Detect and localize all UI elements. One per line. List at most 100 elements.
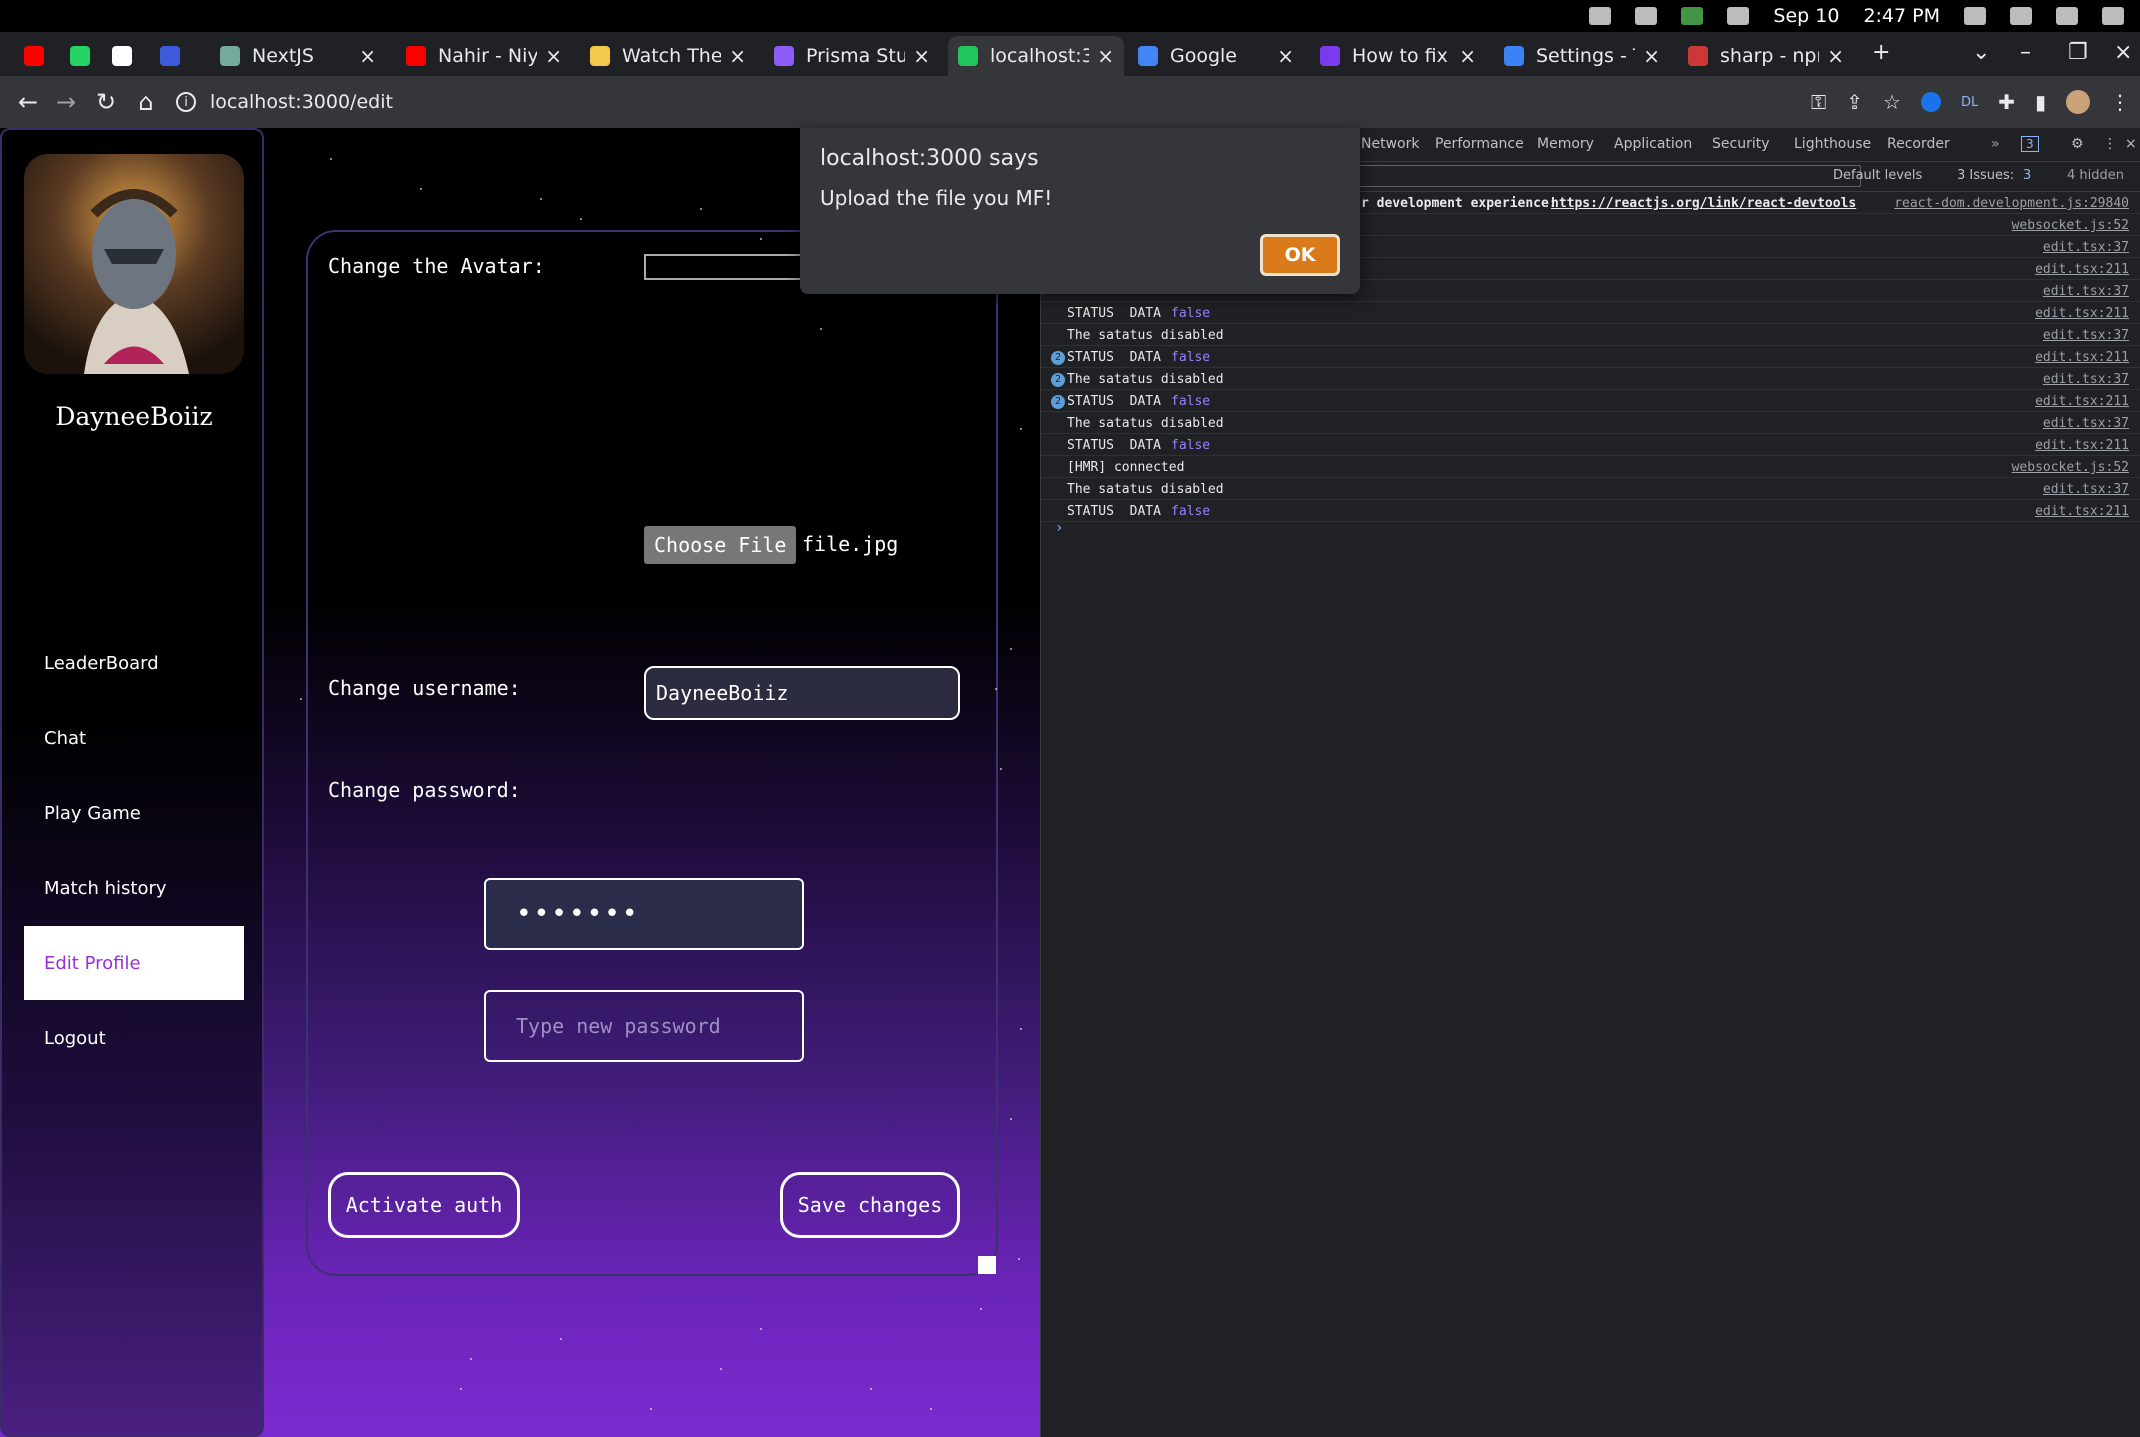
sidebar-item-match-history[interactable]: Match history	[24, 851, 244, 925]
tab-close-icon[interactable]: ×	[913, 44, 930, 68]
console-source-link[interactable]: websocket.js:52	[2012, 460, 2129, 475]
new-password-input[interactable]: Type new password	[484, 990, 804, 1062]
browser-tab[interactable]: Settings - Tl ×	[1494, 36, 1670, 76]
browser-tab[interactable]: sharp - npm ×	[1678, 36, 1854, 76]
console-source-link[interactable]: react-dom.development.js:29840	[1894, 196, 2129, 211]
console-filter-input[interactable]	[1281, 165, 1861, 187]
console-source-link[interactable]: edit.tsx:37	[2043, 284, 2129, 299]
window-close-icon[interactable]: ×	[2114, 40, 2132, 65]
browser-tab[interactable]: Watch The N ×	[580, 36, 756, 76]
console-source-link[interactable]: edit.tsx:211	[2035, 438, 2129, 453]
volume-icon[interactable]	[2056, 7, 2078, 25]
issues-count-text[interactable]: 3 Issues:	[1957, 168, 2014, 183]
sidebar-item-logout[interactable]: Logout	[24, 1001, 244, 1075]
key-icon[interactable]: ⚿	[1811, 90, 1826, 114]
console-prompt-icon[interactable]: ›	[1055, 520, 1063, 536]
system-time[interactable]: 2:47 PM	[1863, 5, 1940, 27]
devtools-tab-application[interactable]: Application	[1614, 136, 1692, 152]
address-bar[interactable]: i localhost:3000/edit	[176, 84, 1776, 120]
extension-dl-icon[interactable]: DL	[1961, 95, 1978, 110]
browser-tab[interactable]: localhost:30 ×	[948, 36, 1124, 76]
default-levels-dropdown[interactable]: Default levels	[1833, 168, 1922, 183]
activate-auth-button[interactable]: Activate auth	[328, 1172, 520, 1238]
reload-icon[interactable]: ↻	[90, 86, 122, 118]
tab-close-icon[interactable]: ×	[729, 44, 746, 68]
bot-icon[interactable]	[1727, 7, 1750, 25]
devtools-tab-performance[interactable]: Performance	[1435, 136, 1524, 152]
tab-close-icon[interactable]: ×	[545, 44, 562, 68]
screen-icon[interactable]	[1589, 7, 1612, 25]
save-changes-button[interactable]: Save changes	[780, 1172, 960, 1238]
window-minimize-icon[interactable]: –	[2020, 40, 2031, 65]
console-source-link[interactable]: edit.tsx:37	[2043, 482, 2129, 497]
devtools-tab-security[interactable]: Security	[1712, 136, 1770, 152]
home-icon[interactable]: ⌂	[130, 86, 162, 118]
tab-close-icon[interactable]: ×	[1827, 44, 1844, 68]
side-panel-icon[interactable]: ▮	[2035, 90, 2046, 114]
extension-blue-icon[interactable]	[1920, 92, 1941, 112]
devtools-close-icon[interactable]: ×	[2125, 136, 2137, 152]
react-devtools-link[interactable]: https://reactjs.org/link/react-devtools	[1551, 196, 1856, 211]
tab-close-icon[interactable]: ×	[1277, 44, 1294, 68]
dialog-ok-button[interactable]: OK	[1260, 234, 1340, 276]
share-icon[interactable]: ⇪	[1846, 90, 1863, 114]
window-restore-icon[interactable]: ❐	[2068, 40, 2088, 65]
battery-icon[interactable]	[2102, 7, 2124, 25]
bookmark-star-icon[interactable]: ☆	[1883, 90, 1901, 114]
wifi-icon[interactable]	[2010, 7, 2032, 25]
system-date[interactable]: Sep 10	[1773, 5, 1839, 27]
devtools-tab-lighthouse[interactable]: Lighthouse	[1794, 136, 1871, 152]
issues-count-badge[interactable]: 3	[2023, 168, 2031, 183]
resize-handle[interactable]	[978, 1256, 996, 1274]
console-source-link[interactable]: edit.tsx:211	[2035, 350, 2129, 365]
browser-tab[interactable]: How to fix s ×	[1310, 36, 1486, 76]
console-source-link[interactable]: edit.tsx:37	[2043, 240, 2129, 255]
discord-icon[interactable]	[1635, 7, 1658, 25]
shield-icon[interactable]	[1681, 7, 1704, 25]
more-tabs-icon[interactable]: »	[1991, 136, 2000, 152]
console-source-link[interactable]: edit.tsx:37	[2043, 372, 2129, 387]
devtools-tab-memory[interactable]: Memory	[1537, 136, 1594, 152]
browser-tab[interactable]	[102, 36, 142, 76]
tab-close-icon[interactable]: ×	[359, 44, 376, 68]
tab-search-chevron-icon[interactable]: ⌄	[1972, 40, 1990, 65]
devtools-issues-badge[interactable]: 3	[2021, 136, 2039, 152]
extensions-puzzle-icon[interactable]: ✚	[1998, 90, 2015, 114]
notifications-off-icon[interactable]	[1964, 7, 1986, 25]
browser-tab[interactable]: NextJS ×	[210, 36, 386, 76]
sidebar-item-chat[interactable]: Chat	[24, 701, 244, 775]
browser-tab[interactable]	[60, 36, 100, 76]
tab-close-icon[interactable]: ×	[1643, 44, 1660, 68]
browser-tab[interactable]	[14, 36, 54, 76]
sidebar-item-leaderboard[interactable]: LeaderBoard	[24, 626, 244, 700]
devtools-tab-recorder[interactable]: Recorder	[1887, 136, 1950, 152]
menu-dots-icon[interactable]: ⋮	[2110, 90, 2130, 114]
devtools-tab-network[interactable]: Network	[1361, 136, 1419, 152]
console-source-link[interactable]: edit.tsx:37	[2043, 416, 2129, 431]
forward-icon[interactable]: →	[50, 86, 82, 118]
browser-tab[interactable]: Google ×	[1128, 36, 1304, 76]
tab-close-icon[interactable]: ×	[1459, 44, 1476, 68]
browser-tab[interactable]: Nahir - Niya ×	[396, 36, 572, 76]
current-password-input[interactable]: •••••••	[484, 878, 804, 950]
devtools-menu-icon[interactable]: ⋮	[2103, 136, 2117, 152]
sidebar-item-play-game[interactable]: Play Game	[24, 776, 244, 850]
tab-close-icon[interactable]: ×	[1097, 44, 1114, 68]
new-tab-icon[interactable]: +	[1872, 40, 1890, 65]
console-source-link[interactable]: edit.tsx:211	[2035, 394, 2129, 409]
browser-tab[interactable]	[150, 36, 190, 76]
devtools-settings-icon[interactable]: ⚙	[2071, 136, 2084, 152]
console-source-link[interactable]: websocket.js:52	[2012, 218, 2129, 233]
site-info-icon[interactable]: i	[176, 92, 196, 112]
profile-avatar-icon[interactable]	[2066, 90, 2090, 114]
console-source-link[interactable]: edit.tsx:211	[2035, 504, 2129, 519]
console-source-link[interactable]: edit.tsx:211	[2035, 306, 2129, 321]
back-icon[interactable]: ←	[12, 86, 44, 118]
username-input[interactable]: DayneeBoiiz	[644, 666, 960, 720]
browser-tab[interactable]: Prisma Stud ×	[764, 36, 940, 76]
sidebar-item-edit-profile[interactable]: Edit Profile	[24, 926, 244, 1000]
console-source-link[interactable]: edit.tsx:211	[2035, 262, 2129, 277]
console-source-link[interactable]: edit.tsx:37	[2043, 328, 2129, 343]
address-url[interactable]: localhost:3000/edit	[210, 91, 393, 113]
choose-file-button[interactable]: Choose File	[644, 526, 797, 564]
